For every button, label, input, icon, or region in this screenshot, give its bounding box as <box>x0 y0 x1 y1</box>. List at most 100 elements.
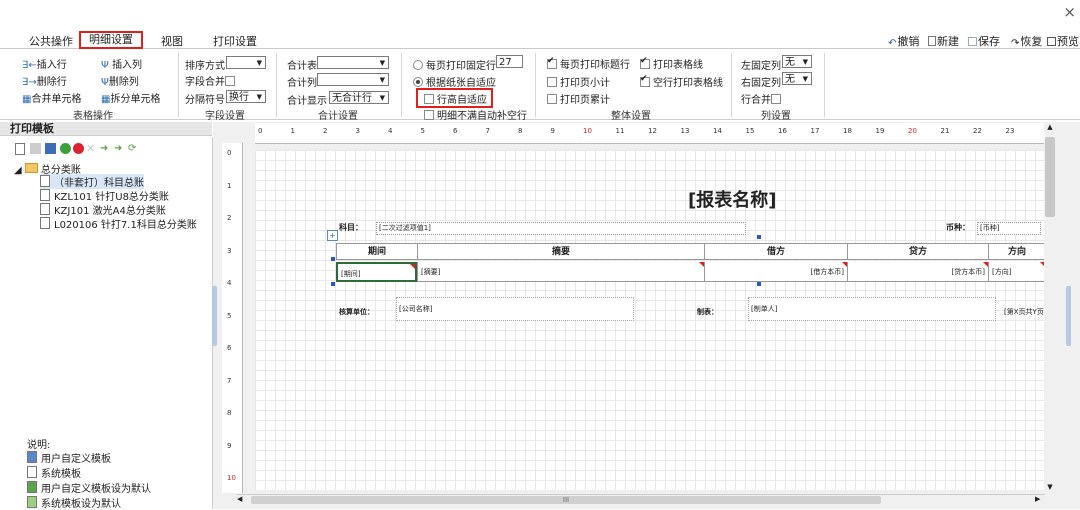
copy-icon[interactable] <box>30 143 41 154</box>
column-header[interactable]: 摘要 <box>417 243 704 260</box>
column-header[interactable]: 借方 <box>704 243 847 260</box>
page-cumulative-option[interactable]: 打印页累计 <box>547 91 610 106</box>
print-title-each-checkbox[interactable] <box>547 56 557 69</box>
table-cell[interactable]: [期间] <box>336 262 417 282</box>
delete-row-button[interactable]: ∃→删除行 <box>22 73 67 88</box>
page-subtotal-checkbox[interactable] <box>547 77 557 87</box>
total-col-select[interactable]: ▼ <box>317 73 389 86</box>
row-merge-option[interactable]: 行合并 <box>741 91 784 106</box>
sort-select[interactable]: ▼ <box>226 56 266 69</box>
print-table-lines-checkbox[interactable] <box>640 56 650 69</box>
vertical-scrollbar[interactable]: ▲ ▼ <box>1044 123 1056 493</box>
empty-row-lines-option[interactable]: 空行打印表格线 <box>640 74 723 89</box>
table-cell[interactable]: [方向] <box>988 262 1045 282</box>
maker-label[interactable]: 制表： <box>697 307 718 317</box>
fixed-rows-input[interactable]: 27 <box>496 55 523 68</box>
tab-view[interactable]: 视图 <box>161 33 183 49</box>
field-merge-checkbox[interactable] <box>225 76 235 86</box>
total-table-select[interactable]: ▼ <box>317 56 389 69</box>
refresh-icon[interactable]: ⟳ <box>128 143 139 154</box>
scroll-down-icon[interactable]: ▼ <box>1044 483 1056 493</box>
print-title-each-option[interactable]: 每页打印标题行 <box>547 56 630 71</box>
page-cumulative-checkbox[interactable] <box>547 94 557 104</box>
tab-public-ops[interactable]: 公共操作 <box>29 33 73 49</box>
fit-paper-radio[interactable] <box>413 77 423 87</box>
fit-paper-option[interactable]: 根据纸张自适应 <box>413 74 496 89</box>
insert-col-button[interactable]: Ψ 插入列 <box>101 56 142 71</box>
expand-icon[interactable]: ◢ <box>14 165 25 176</box>
tab-print-settings[interactable]: 打印设置 <box>213 33 257 49</box>
row-merge-checkbox[interactable] <box>771 94 781 104</box>
table-cell[interactable]: [借方本币] <box>704 262 847 282</box>
separator-select[interactable]: 换行 ▼ <box>226 90 266 103</box>
unit-label[interactable]: 核算单位： <box>339 307 374 317</box>
save-template-icon[interactable] <box>45 143 56 154</box>
page-number-field[interactable]: [第X页共Y页 <box>1004 307 1044 317</box>
tree-item[interactable]: KZL101 针打U8总分类账 <box>40 188 169 203</box>
left-fixed-select[interactable]: 无 ▼ <box>782 55 812 68</box>
print-table-lines-option[interactable]: 打印表格线 <box>640 56 703 71</box>
scroll-up-icon[interactable]: ▲ <box>1044 123 1056 133</box>
restore-button[interactable]: ↷恢复 <box>1011 33 1042 49</box>
column-header[interactable]: 方向 <box>988 243 1045 260</box>
currency-field[interactable]: [币种] <box>977 222 1041 235</box>
new-button[interactable]: 新建 <box>928 33 959 49</box>
row-height-auto-option[interactable]: 行高自适应 <box>424 91 487 106</box>
table-cell[interactable]: [贷方本币] <box>847 262 988 282</box>
delete-icon[interactable] <box>73 143 84 154</box>
maker-field[interactable]: [制单人] <box>748 297 996 321</box>
tab-detail-settings[interactable]: 明细设置 <box>79 31 143 49</box>
close-icon[interactable]: × <box>1063 3 1076 21</box>
subject-label[interactable]: 科目： <box>339 222 363 233</box>
currency-label[interactable]: 币种： <box>946 222 970 233</box>
subject-field[interactable]: [二次过滤项值1] <box>376 222 746 235</box>
selection-handle[interactable] <box>331 257 335 261</box>
scroll-thumb[interactable] <box>1045 137 1055 217</box>
chevron-down-icon: ▼ <box>802 58 808 66</box>
default-icon[interactable] <box>60 143 71 154</box>
fixed-rows-radio[interactable] <box>413 60 423 70</box>
table-cell[interactable]: [摘要] <box>417 262 704 282</box>
save-button[interactable]: 保存 <box>968 33 1000 49</box>
total-display-select[interactable]: 无合计行 ▼ <box>329 91 389 104</box>
right-fixed-select[interactable]: 无 ▼ <box>782 72 812 85</box>
column-header[interactable]: 期间 <box>336 243 417 260</box>
split-cell-button[interactable]: ▦拆分单元格 <box>101 90 160 105</box>
insert-col-label: 插入列 <box>112 60 143 71</box>
column-header[interactable]: 贷方 <box>847 243 988 260</box>
scroll-right-icon[interactable]: ▶ <box>1035 495 1045 505</box>
legend-item: 用户自定义模板 <box>27 450 111 465</box>
undo-icon: ↶ <box>888 38 897 49</box>
undo-button[interactable]: ↶撤销 <box>888 33 919 49</box>
detail-fill-option[interactable]: 明细不满自动补空行 <box>424 107 527 122</box>
detail-fill-checkbox[interactable] <box>424 110 434 120</box>
export-icon[interactable]: ➜ <box>114 143 125 154</box>
right-splitter-handle[interactable] <box>1066 286 1071 346</box>
page-subtotal-option[interactable]: 打印页小计 <box>547 74 610 89</box>
report-title[interactable]: [报表名称] <box>688 186 776 212</box>
fixed-rows-option[interactable]: 每页打印固定行 <box>413 57 496 72</box>
row-height-auto-checkbox[interactable] <box>424 94 434 104</box>
scroll-left-icon[interactable]: ◀ <box>237 495 247 505</box>
add-row-icon[interactable]: + <box>327 230 338 241</box>
selection-handle[interactable] <box>757 235 761 239</box>
ruler-tick-label: 0 <box>258 127 263 135</box>
import-icon[interactable]: ➜ <box>100 143 111 154</box>
divider <box>401 53 402 117</box>
selection-handle[interactable] <box>757 282 761 286</box>
horizontal-scrollbar[interactable]: ◀ III ▶ <box>237 494 1045 505</box>
tree-item[interactable]: KZJ101 激光A4总分类账 <box>40 202 166 217</box>
left-splitter-handle[interactable] <box>212 286 217 346</box>
empty-row-lines-checkbox[interactable] <box>640 74 650 87</box>
remove-icon[interactable]: ✕ <box>86 143 97 154</box>
delete-col-button[interactable]: Ψ删除列 <box>101 73 139 88</box>
unit-field[interactable]: [公司名称] <box>396 297 634 321</box>
tree-item[interactable]: L020106 针打7.1科目总分类账 <box>40 216 197 231</box>
new-template-icon[interactable] <box>15 143 25 155</box>
selection-handle[interactable] <box>331 282 335 286</box>
insert-row-button[interactable]: ∃←插入行 <box>22 56 67 71</box>
tree-item[interactable]: （非套打）科目总账 <box>40 174 144 189</box>
merge-cell-button[interactable]: ▦合并单元格 <box>22 90 81 105</box>
scroll-thumb[interactable]: III <box>251 496 881 504</box>
preview-button[interactable]: 预览 <box>1047 33 1079 49</box>
